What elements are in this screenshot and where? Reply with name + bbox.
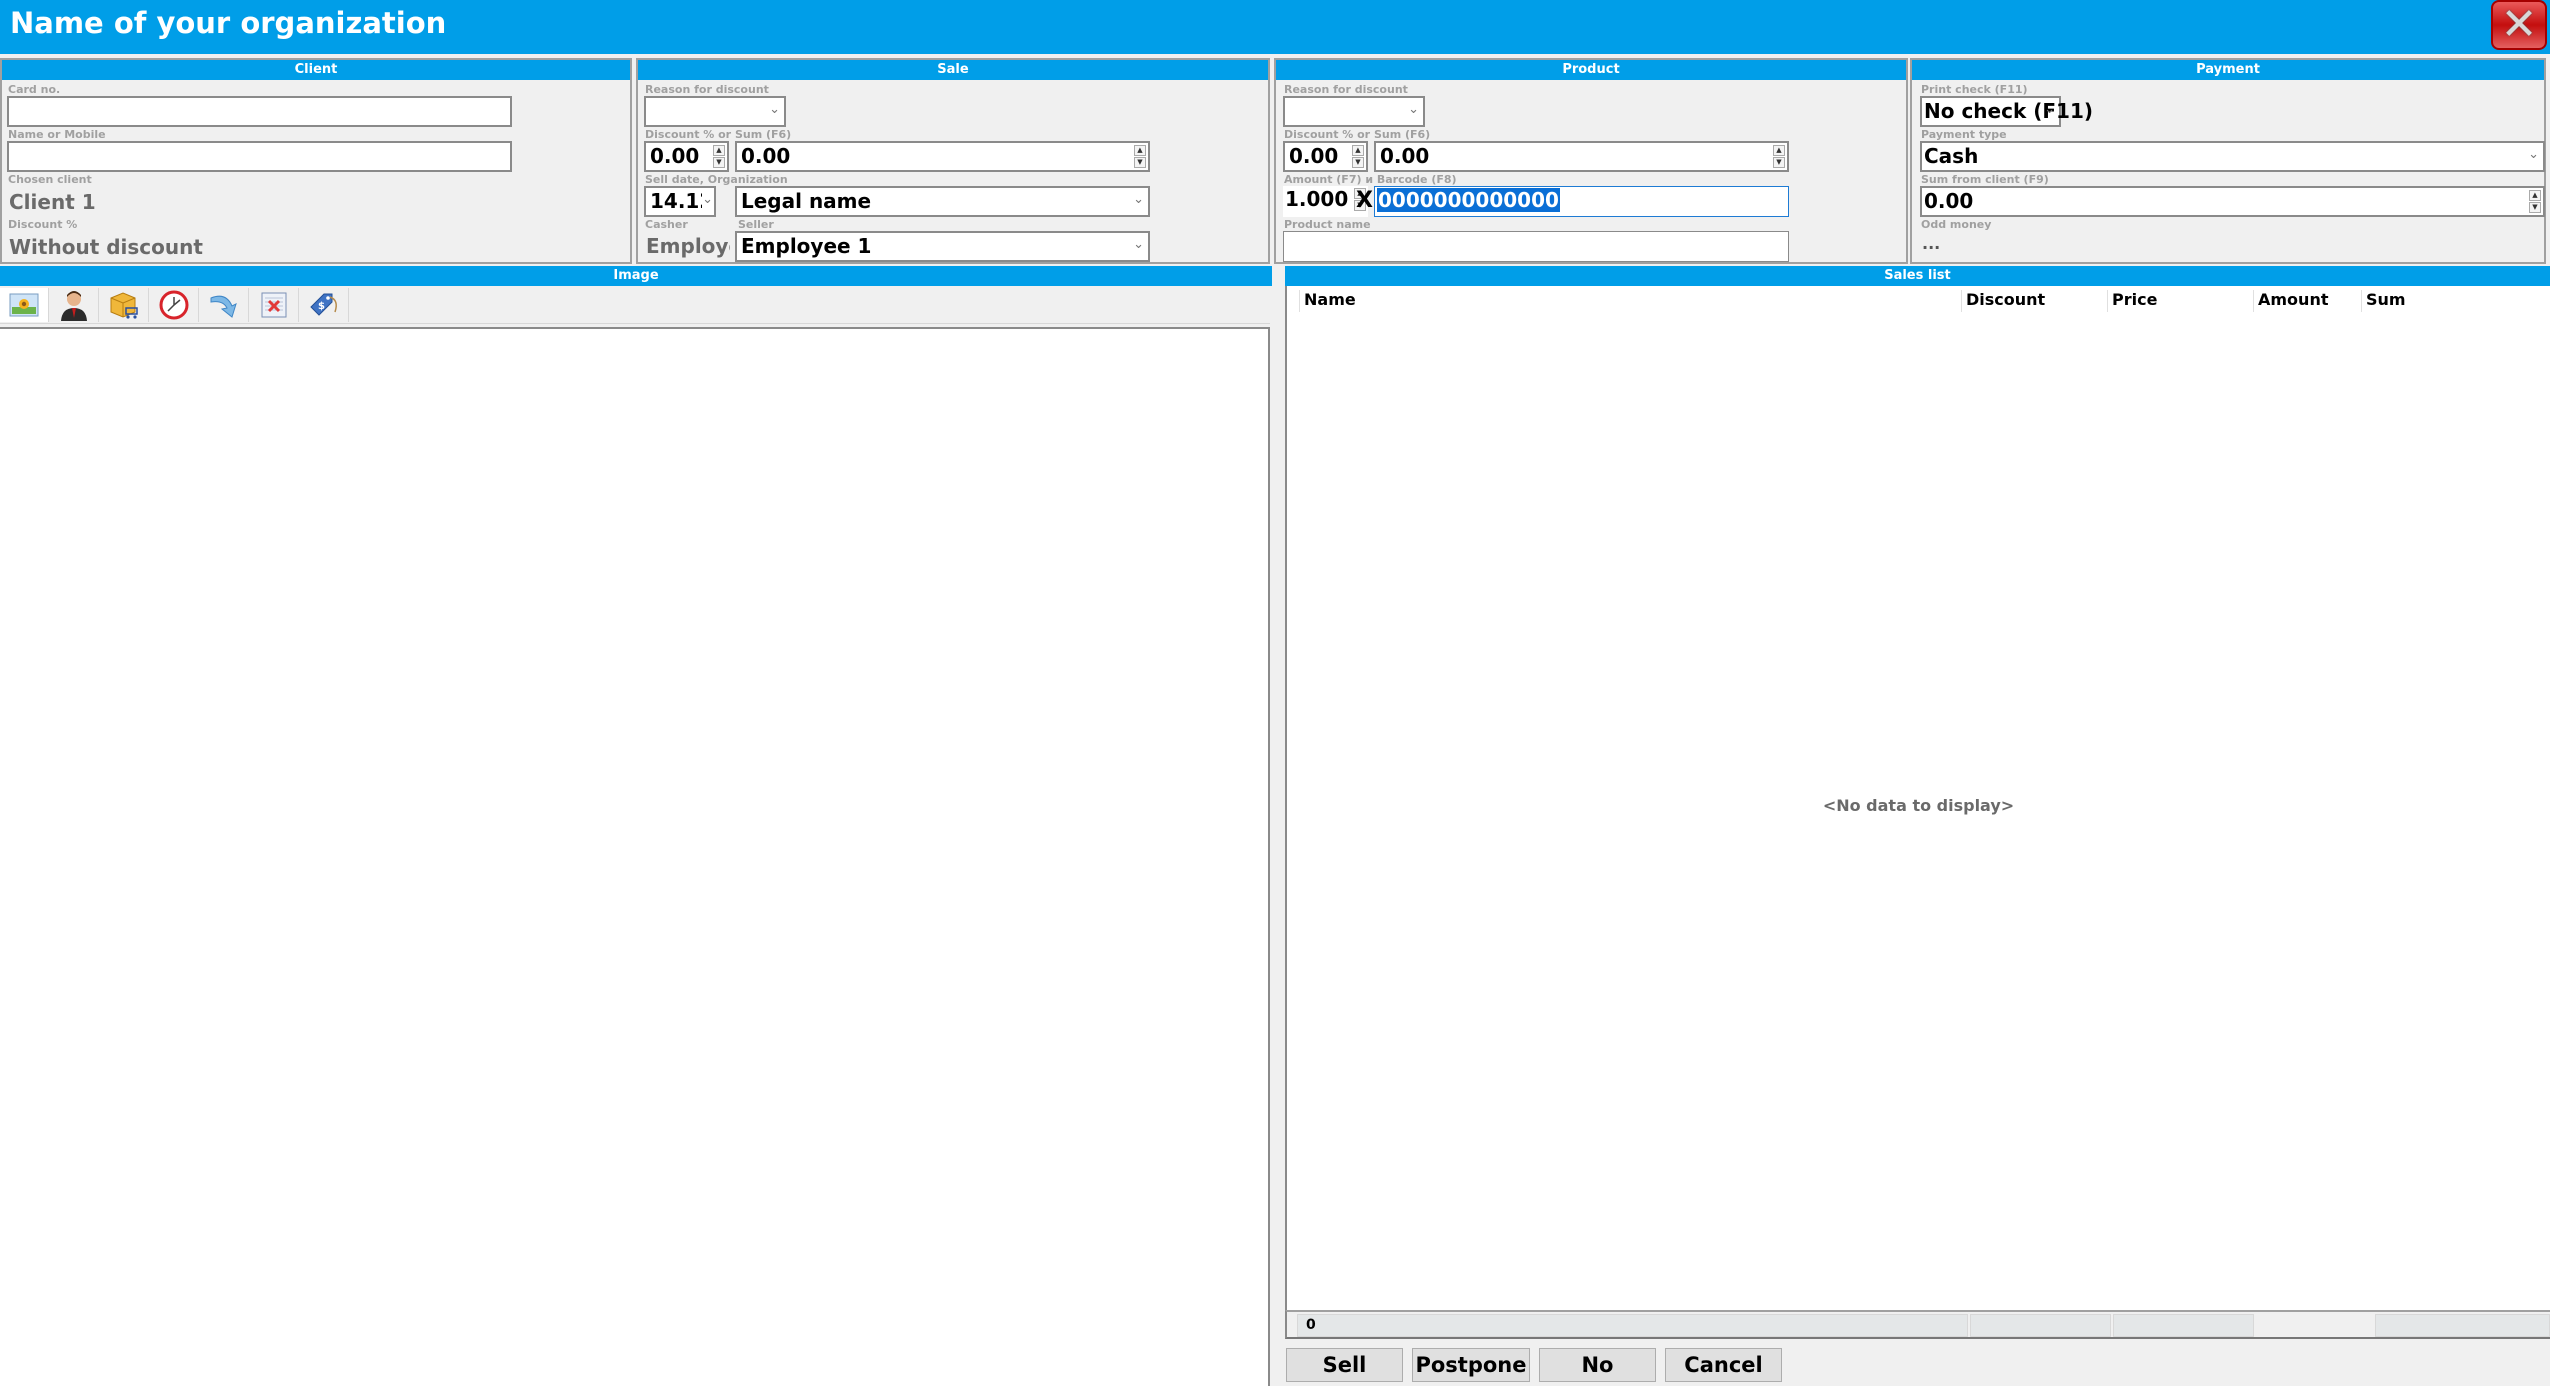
chevron-down-icon: ⌄ [2044,102,2055,117]
print-check-label: Print check (F11) [1921,83,2028,96]
price-tag-icon: $ [310,293,337,316]
chosen-client-value: Client 1 [9,190,96,214]
column-header-sum[interactable]: Sum [2361,290,2541,312]
sum-from-client-label: Sum from client (F9) [1921,173,2049,186]
barcode-value: 0000000000000 [1377,188,1560,212]
print-check-dropdown[interactable]: No check (F11) ⌄ [1920,96,2093,127]
cancel-button[interactable]: Cancel [1665,1348,1782,1382]
product-discount-sum-input[interactable]: 0.00 ▲ ▼ [1374,141,1789,172]
client-header: Client [2,60,630,80]
chevron-down-icon: ⌄ [2528,147,2539,162]
odd-money-value: ... [1922,234,1941,253]
sale-header: Sale [638,60,1268,80]
image-toolbar: $ [0,286,1270,324]
name-or-mobile-label: Name or Mobile [8,128,106,141]
product-reason-dropdown[interactable]: ⌄ [1283,96,1425,127]
window-title: Name of your organization [10,6,447,40]
casher-label: Casher [645,218,688,231]
seller-dropdown[interactable]: Employee 1 ⌄ [735,231,1150,262]
sales-list-header: Sales list [1285,266,2550,286]
card-no-label: Card no. [8,83,61,96]
no-button[interactable]: No [1539,1348,1656,1382]
product-header: Product [1276,60,1906,80]
payment-panel: Payment Print check (F11) No check (F11)… [1910,58,2546,264]
sale-discount-label: Discount % or Sum (F6) [645,128,792,141]
footer-count-cell: 0 [1297,1314,1968,1337]
chevron-down-icon: ⌄ [1408,102,1419,117]
seller-label: Seller [738,218,774,231]
product-name-input[interactable] [1283,231,1789,262]
chevron-down-icon: ⌄ [702,192,713,207]
delete-document-icon [261,292,287,318]
column-header-name[interactable]: Name [1299,290,1919,312]
delete-document-button[interactable] [250,288,299,322]
image-icon [9,293,39,317]
product-cart-button[interactable] [100,288,149,322]
sale-reason-label: Reason for discount [645,83,769,96]
column-header-amount[interactable]: Amount [2253,290,2360,312]
client-icon [61,291,87,321]
card-no-input[interactable] [7,96,512,127]
close-icon: ✕ [2500,0,2538,50]
sale-reason-dropdown[interactable]: ⌄ [644,96,786,127]
sales-list-footer: 0 [1285,1310,2550,1339]
payment-header: Payment [1912,60,2544,80]
sum-from-client-spinner[interactable]: ▲ ▼ [2529,190,2541,214]
product-discount-label: Discount % or Sum (F6) [1284,128,1431,141]
image-panel-header: Image [0,266,1272,286]
redo-button[interactable] [200,288,249,322]
sum-from-client-input[interactable]: 0.00 ▲ ▼ [1920,186,2545,217]
clock-icon [159,290,189,320]
payment-type-label: Payment type [1921,128,2007,141]
sales-list-grid[interactable]: Name Discount Price Amount Sum <No data … [1285,286,2550,1338]
product-discount-percent-spinner[interactable]: ▲ ▼ [1352,145,1364,169]
odd-money-label: Odd money [1921,218,1992,231]
sale-discount-sum-input[interactable]: 0.00 ▲ ▼ [735,141,1150,172]
image-display-area [0,327,1270,1386]
product-name-label: Product name [1284,218,1371,231]
sale-discount-percent-input[interactable]: 0.00 ▲ ▼ [644,141,729,172]
product-reason-label: Reason for discount [1284,83,1408,96]
client-discount-value: Without discount [9,235,203,259]
sell-date-picker[interactable]: 14.12.2 ⌄ [644,186,716,217]
price-tag-button[interactable]: $ [300,288,349,322]
title-bar: Name of your organization ✕ [0,0,2550,54]
multiply-sign: X [1356,188,1373,213]
redo-arrow-icon [210,295,237,318]
barcode-input[interactable]: 0000000000000 [1374,186,1789,217]
sale-discount-percent-spinner[interactable]: ▲ ▼ [713,145,725,169]
sell-date-org-label: Sell date, Organization [645,173,788,186]
chevron-down-icon: ⌄ [1133,237,1144,252]
product-discount-percent-input[interactable]: 0.00 ▲ ▼ [1283,141,1368,172]
payment-type-dropdown[interactable]: Cash ⌄ [1920,141,2545,172]
product-discount-sum-spinner[interactable]: ▲ ▼ [1773,145,1785,169]
chevron-down-icon: ⌄ [1133,192,1144,207]
column-header-price[interactable]: Price [2107,290,2252,312]
sale-panel: Sale Reason for discount ⌄ Discount % or… [636,58,1270,264]
client-panel: Client Card no. Name or Mobile Chosen cl… [0,58,632,264]
amount-barcode-label: Amount (F7) и Barcode (F8) [1284,173,1457,186]
chosen-client-label: Chosen client [8,173,92,186]
empty-state-text: <No data to display> [1822,796,2015,815]
casher-value: Employee [646,234,730,258]
sell-button[interactable]: Sell [1286,1348,1403,1382]
close-button[interactable]: ✕ [2491,0,2547,50]
organization-dropdown[interactable]: Legal name ⌄ [735,186,1150,217]
sale-discount-sum-spinner[interactable]: ▲ ▼ [1134,145,1146,169]
footer-count: 0 [1306,1317,1316,1333]
footer-price-cell [2113,1314,2254,1337]
image-button[interactable] [0,288,49,322]
postpone-button[interactable]: Postpone [1412,1348,1530,1382]
chevron-down-icon: ⌄ [769,102,780,117]
client-button[interactable] [50,288,99,322]
column-header-discount[interactable]: Discount [1961,290,2106,312]
product-panel: Product Reason for discount ⌄ Discount %… [1274,58,1908,264]
svg-text:$: $ [318,301,325,312]
footer-discount-cell [1970,1314,2111,1337]
clock-button[interactable] [150,288,199,322]
client-discount-label: Discount % [8,218,78,231]
product-cart-icon [110,292,138,319]
footer-sum-cell [2375,1314,2550,1337]
name-or-mobile-input[interactable] [7,141,512,172]
